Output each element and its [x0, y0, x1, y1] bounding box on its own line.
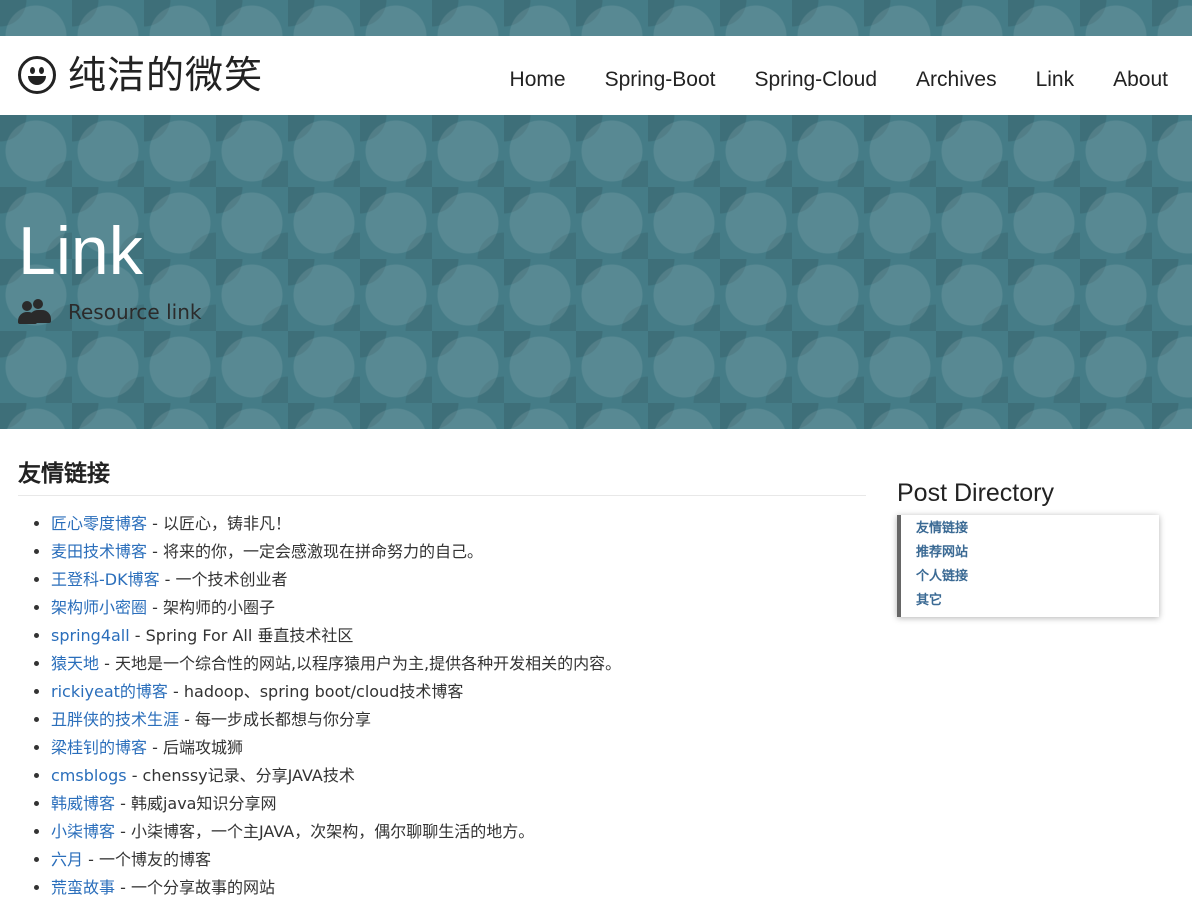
friend-link[interactable]: 梁桂钊的博客 [51, 738, 147, 757]
nav-spring-cloud[interactable]: Spring-Cloud [754, 66, 877, 94]
list-item: 王登科-DK博客 - 一个技术创业者 [51, 566, 866, 594]
link-description: - 韩威java知识分享网 [115, 794, 277, 813]
sidebar-title: Post Directory [897, 479, 1054, 507]
toc-item-other[interactable]: 其它 [916, 589, 1159, 613]
friend-link[interactable]: spring4all [51, 626, 130, 645]
toc-item-recommended-sites[interactable]: 推荐网站 [916, 541, 1159, 565]
toc-panel: 友情链接 推荐网站 个人链接 其它 [897, 515, 1159, 617]
nav-archives[interactable]: Archives [916, 66, 997, 94]
link-description: - 以匠心，铸非凡！ [147, 514, 291, 533]
hero-subtitle-text: Resource link [68, 300, 202, 324]
link-description: - chenssy记录、分享JAVA技术 [126, 766, 355, 785]
main-content: 友情链接 匠心零度博客 - 以匠心，铸非凡！ 麦田技术博客 - 将来的你，一定会… [18, 459, 866, 902]
toc-item-friend-links[interactable]: 友情链接 [916, 517, 1159, 541]
list-item: 小柒博客 - 小柒博客，一个主JAVA，次架构，偶尔聊聊生活的地方。 [51, 818, 866, 846]
users-icon [18, 299, 52, 325]
friend-link[interactable]: 王登科-DK博客 [51, 570, 160, 589]
link-description: - 架构师的小圈子 [147, 598, 275, 617]
friend-link[interactable]: 韩威博客 [51, 794, 115, 813]
link-description: - 将来的你，一定会感激现在拼命努力的自己。 [147, 542, 483, 561]
brand-title: 纯洁的微笑 [68, 53, 264, 97]
link-description: - 一个分享故事的网站 [115, 878, 275, 897]
nav-home[interactable]: Home [510, 66, 566, 94]
toc-item-personal-links[interactable]: 个人链接 [916, 565, 1159, 589]
friend-link[interactable]: 六月 [51, 850, 83, 869]
friend-link[interactable]: 麦田技术博客 [51, 542, 147, 561]
friend-link[interactable]: 荒蛮故事 [51, 878, 115, 897]
list-item: 韩威博客 - 韩威java知识分享网 [51, 790, 866, 818]
list-item: 六月 - 一个博友的博客 [51, 846, 866, 874]
hero-subtitle: Resource link [18, 297, 201, 327]
friend-link[interactable]: 匠心零度博客 [51, 514, 147, 533]
link-description: - 小柒博客，一个主JAVA，次架构，偶尔聊聊生活的地方。 [115, 822, 535, 841]
friend-link[interactable]: 猿天地 [51, 654, 99, 673]
friend-link[interactable]: 丑胖侠的技术生涯 [51, 710, 179, 729]
link-description: - 后端攻城狮 [147, 738, 243, 757]
nav-spring-boot[interactable]: Spring-Boot [605, 66, 716, 94]
friend-link[interactable]: cmsblogs [51, 766, 127, 785]
post-directory: Post Directory 友情链接 推荐网站 个人链接 其它 [897, 478, 1159, 617]
hero-banner: Link Resource link [0, 115, 1192, 429]
list-item: spring4all - Spring For All 垂直技术社区 [51, 622, 866, 650]
nav-link[interactable]: Link [1036, 66, 1075, 94]
list-item: 丑胖侠的技术生涯 - 每一步成长都想与你分享 [51, 706, 866, 734]
friend-link[interactable]: rickiyeat的博客 [51, 682, 168, 701]
smiley-icon [18, 56, 56, 94]
link-description: - hadoop、spring boot/cloud技术博客 [167, 682, 464, 701]
link-description: - 每一步成长都想与你分享 [179, 710, 371, 729]
main-nav: Home Spring-Boot Spring-Cloud Archives L… [471, 66, 1168, 94]
list-item: 架构师小密圈 - 架构师的小圈子 [51, 594, 866, 622]
friend-links-list: 匠心零度博客 - 以匠心，铸非凡！ 麦田技术博客 - 将来的你，一定会感激现在拼… [18, 510, 866, 902]
brand-link[interactable]: 纯洁的微笑 [18, 53, 263, 97]
list-item: 荒蛮故事 - 一个分享故事的网站 [51, 874, 866, 902]
navbar: 纯洁的微笑 Home Spring-Boot Spring-Cloud Arch… [0, 36, 1192, 115]
friend-link[interactable]: 小柒博客 [51, 822, 115, 841]
link-description: - 一个技术创业者 [159, 570, 288, 589]
list-item: cmsblogs - chenssy记录、分享JAVA技术 [51, 762, 866, 790]
list-item: 梁桂钊的博客 - 后端攻城狮 [51, 734, 866, 762]
list-item: 匠心零度博客 - 以匠心，铸非凡！ [51, 510, 866, 538]
link-description: - 天地是一个综合性的网站,以程序猿用户为主,提供各种开发相关的内容。 [99, 654, 622, 673]
top-pattern-strip [0, 0, 1192, 36]
list-item: rickiyeat的博客 - hadoop、spring boot/cloud技… [51, 678, 866, 706]
section-title: 友情链接 [18, 459, 866, 496]
link-description: - 一个博友的博客 [83, 850, 211, 869]
nav-about[interactable]: About [1113, 66, 1168, 94]
page-title: Link [18, 213, 143, 289]
friend-link[interactable]: 架构师小密圈 [51, 598, 147, 617]
link-description: - Spring For All 垂直技术社区 [129, 626, 354, 645]
list-item: 麦田技术博客 - 将来的你，一定会感激现在拼命努力的自己。 [51, 538, 866, 566]
list-item: 猿天地 - 天地是一个综合性的网站,以程序猿用户为主,提供各种开发相关的内容。 [51, 650, 866, 678]
